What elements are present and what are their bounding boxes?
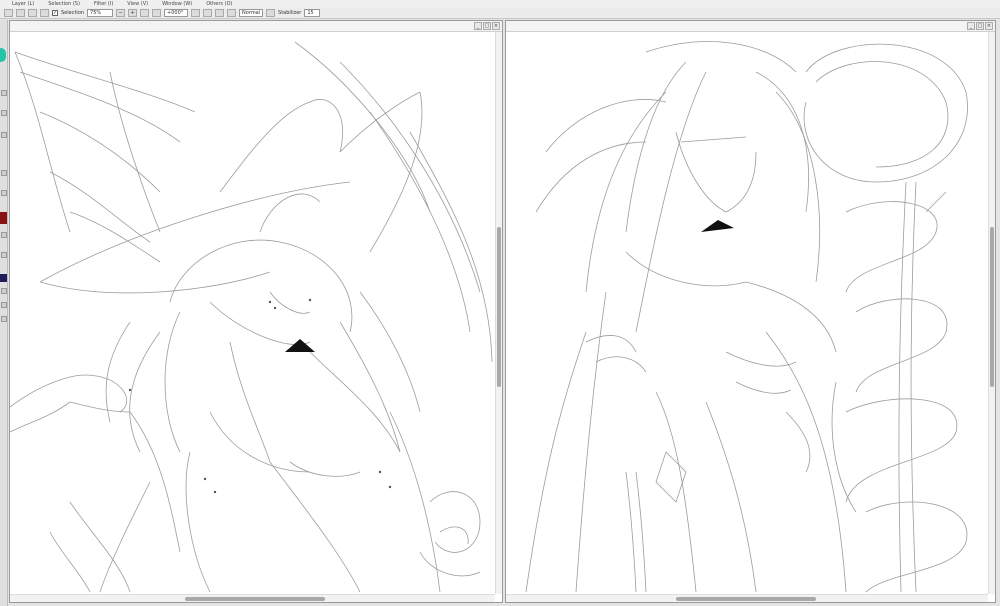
blend-mode-select[interactable]: Normal <box>239 9 264 17</box>
stabilizer-select[interactable]: 15 <box>304 9 321 17</box>
vertical-scroll-thumb-right[interactable] <box>990 227 994 387</box>
menu-selection[interactable]: Selection (S) <box>48 1 80 7</box>
selection-checkbox[interactable]: ✓ <box>52 10 58 16</box>
menu-view[interactable]: View (V) <box>127 1 148 7</box>
canvas-title-left <box>10 21 502 32</box>
canvas-window-left[interactable]: _ □ × <box>9 20 503 603</box>
vertical-scroll-thumb-left[interactable] <box>497 227 501 387</box>
maximize-icon[interactable]: □ <box>976 22 984 30</box>
minimize-icon[interactable]: _ <box>967 22 975 30</box>
flip-selection-icon[interactable] <box>28 9 37 17</box>
stabilizer-label: Stabilizer <box>278 10 302 16</box>
canvas-title-right <box>506 21 995 32</box>
selection-label: Selection <box>61 10 85 16</box>
rotation-field[interactable]: +000° <box>164 9 189 17</box>
tool-icon[interactable] <box>1 190 7 196</box>
dark-accent <box>701 220 734 232</box>
close-icon[interactable]: × <box>492 22 500 30</box>
window-controls-left: _ □ × <box>474 22 500 30</box>
color-wheel-fragment[interactable] <box>0 48 6 62</box>
menu-layer[interactable]: Layer (L) <box>12 1 34 7</box>
menu-window[interactable]: Window (W) <box>162 1 192 7</box>
tool-icon[interactable] <box>1 288 7 294</box>
secondary-color-swatch[interactable] <box>0 274 7 282</box>
tool-icon[interactable] <box>1 110 7 116</box>
tool-icon[interactable] <box>1 132 7 138</box>
rotate-reset-icon[interactable] <box>215 9 225 17</box>
minimize-icon[interactable]: _ <box>474 22 482 30</box>
horizontal-scroll-thumb-right[interactable] <box>676 597 816 601</box>
menu-filter[interactable]: Filter (I) <box>94 1 113 7</box>
maximize-icon[interactable]: □ <box>483 22 491 30</box>
deselect-icon[interactable] <box>4 9 13 17</box>
canvas-window-right[interactable]: _ □ × <box>505 20 996 603</box>
tool-icon[interactable] <box>1 302 7 308</box>
zoom-fit-icon[interactable] <box>140 9 150 17</box>
transform-selection-icon[interactable] <box>40 9 49 17</box>
tool-icon[interactable] <box>1 252 7 258</box>
zoom-reset-icon[interactable] <box>152 9 162 17</box>
dark-accent <box>285 339 315 352</box>
menu-others[interactable]: Others (O) <box>206 1 232 7</box>
horizontal-scroll-thumb-left[interactable] <box>185 597 325 601</box>
zoom-in-icon[interactable]: + <box>128 9 138 17</box>
tool-icon[interactable] <box>1 90 7 96</box>
rotate-right-icon[interactable] <box>203 9 213 17</box>
primary-color-swatch[interactable] <box>0 212 7 224</box>
tool-icon[interactable] <box>1 170 7 176</box>
menu-bar: Layer (L) Selection (S) Filter (I) View … <box>0 0 1000 8</box>
zoom-field[interactable]: 75% <box>87 9 114 17</box>
flip-horizontal-icon[interactable] <box>227 9 237 17</box>
invert-selection-icon[interactable] <box>16 9 25 17</box>
lineart-drawing-left <box>10 41 493 593</box>
toolbar: ✓ Selection 75% − + +000° Normal Stabili… <box>0 8 1000 19</box>
tool-icon[interactable] <box>1 316 7 322</box>
vertical-scrollbar-left[interactable] <box>495 32 502 594</box>
close-icon[interactable]: × <box>985 22 993 30</box>
tool-panel-strip <box>0 20 8 606</box>
rotate-left-icon[interactable] <box>191 9 201 17</box>
vertical-scrollbar-right[interactable] <box>988 32 995 594</box>
antialias-icon[interactable] <box>266 9 276 17</box>
horizontal-scrollbar-right[interactable] <box>506 594 988 602</box>
horizontal-scrollbar-left[interactable] <box>10 594 495 602</box>
lineart-drawing-right <box>525 41 968 593</box>
zoom-out-icon[interactable]: − <box>116 9 126 17</box>
tool-icon[interactable] <box>1 232 7 238</box>
window-controls-right: _ □ × <box>967 22 993 30</box>
